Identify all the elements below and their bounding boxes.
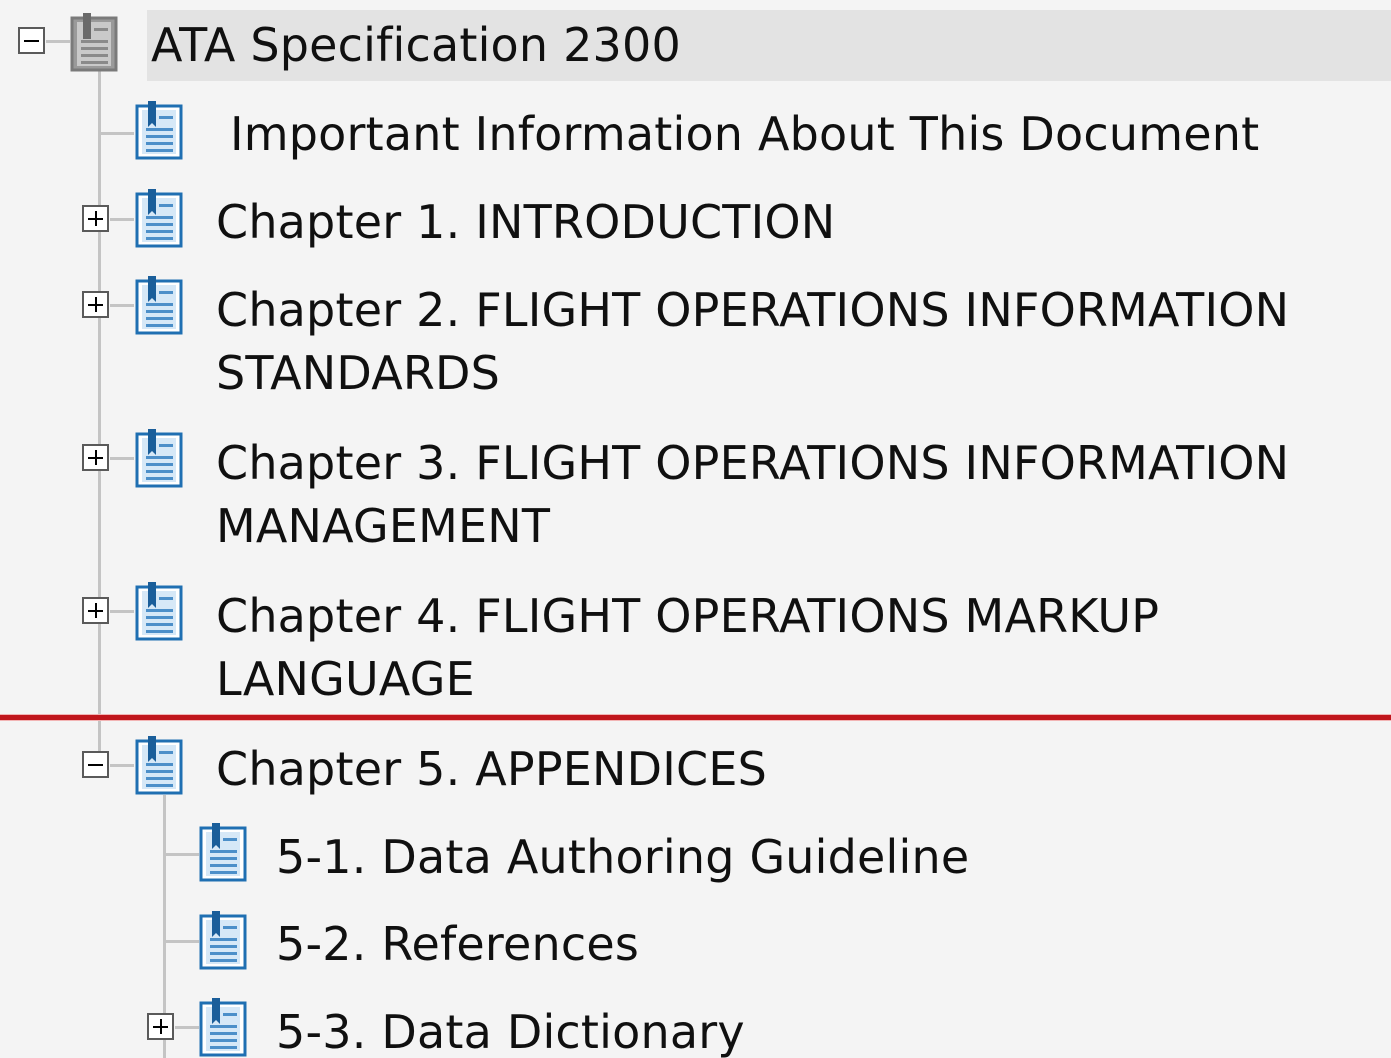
plus-icon-stroke bbox=[94, 211, 97, 226]
document-blue-icon bbox=[135, 581, 183, 641]
tree-item-chapter-4-line2[interactable]: LANGUAGE bbox=[216, 649, 475, 710]
tree-item-chapter-3-line2[interactable]: MANAGEMENT bbox=[216, 496, 550, 557]
document-blue-icon bbox=[135, 735, 183, 795]
document-blue-icon bbox=[135, 100, 183, 160]
book-gray-icon bbox=[70, 12, 118, 72]
plus-icon-stroke bbox=[94, 603, 97, 618]
tree-connector bbox=[110, 764, 134, 767]
tree-connector bbox=[110, 610, 134, 613]
tree-connector bbox=[110, 218, 134, 221]
plus-icon-stroke bbox=[94, 450, 97, 465]
tree-item-5-3[interactable]: 5-3. Data Dictionary bbox=[276, 1002, 745, 1058]
tree-connector bbox=[98, 132, 134, 135]
tree-item-chapter-1[interactable]: Chapter 1. INTRODUCTION bbox=[216, 192, 835, 253]
tree-connector bbox=[110, 304, 134, 307]
expand-toggle-5-3[interactable] bbox=[147, 1013, 174, 1040]
document-tree: ATA Specification 2300 Important Informa… bbox=[0, 0, 1391, 1058]
expand-toggle-chapter-2[interactable] bbox=[82, 291, 109, 318]
collapse-toggle-chapter-5[interactable] bbox=[82, 751, 109, 778]
tree-item-5-1[interactable]: 5-1. Data Authoring Guideline bbox=[276, 827, 969, 888]
tree-connector bbox=[98, 70, 101, 770]
document-blue-icon bbox=[199, 910, 247, 970]
tree-connector bbox=[163, 853, 199, 856]
expand-toggle-chapter-3[interactable] bbox=[82, 444, 109, 471]
minus-icon bbox=[88, 763, 103, 766]
document-blue-icon bbox=[199, 997, 247, 1057]
expand-toggle-chapter-4[interactable] bbox=[82, 597, 109, 624]
minus-icon bbox=[24, 39, 39, 42]
tree-item-5-2[interactable]: 5-2. References bbox=[276, 914, 639, 975]
tree-root-label[interactable]: ATA Specification 2300 bbox=[151, 15, 681, 76]
document-blue-icon bbox=[135, 188, 183, 248]
tree-item-chapter-3-line1[interactable]: Chapter 3. FLIGHT OPERATIONS INFORMATION bbox=[216, 433, 1289, 494]
tree-item-chapter-4-line1[interactable]: Chapter 4. FLIGHT OPERATIONS MARKUP bbox=[216, 586, 1159, 647]
document-blue-icon bbox=[135, 428, 183, 488]
tree-item-chapter-2-line1[interactable]: Chapter 2. FLIGHT OPERATIONS INFORMATION bbox=[216, 280, 1289, 341]
tree-connector bbox=[46, 40, 70, 43]
tree-connector bbox=[110, 457, 134, 460]
plus-icon-stroke bbox=[94, 297, 97, 312]
document-blue-icon bbox=[199, 822, 247, 882]
tree-item-chapter-5[interactable]: Chapter 5. APPENDICES bbox=[216, 739, 767, 800]
tree-connector bbox=[163, 940, 199, 943]
tree-item-important-info[interactable]: Important Information About This Documen… bbox=[230, 104, 1259, 165]
tree-connector bbox=[175, 1026, 199, 1029]
document-blue-icon bbox=[135, 275, 183, 335]
collapse-toggle-root[interactable] bbox=[18, 27, 45, 54]
expand-toggle-chapter-1[interactable] bbox=[82, 205, 109, 232]
plus-icon-stroke bbox=[159, 1019, 162, 1034]
drop-indicator-line bbox=[0, 714, 1391, 721]
tree-item-chapter-2-line2[interactable]: STANDARDS bbox=[216, 343, 500, 404]
